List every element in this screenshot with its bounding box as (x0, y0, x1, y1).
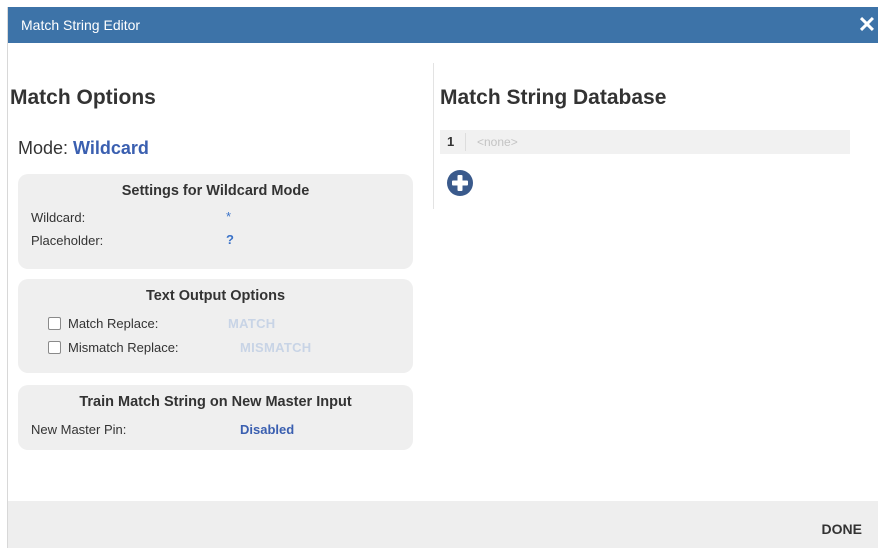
mismatch-replace-checkbox[interactable] (48, 341, 61, 354)
row-index: 1 (447, 134, 455, 149)
panel-title: Train Match String on New Master Input (79, 394, 352, 410)
dialog-title: Match String Editor (21, 17, 141, 33)
match-replace-value[interactable]: MATCH (228, 316, 275, 331)
match-replace-checkbox[interactable] (48, 317, 61, 330)
dialog-titlebar: Match String Editor ✕ (8, 7, 878, 43)
dialog-footer: DONE (8, 501, 878, 548)
panel-title: Text Output Options (145, 288, 286, 304)
train-match-panel: Train Match String on New Master Input N… (18, 385, 413, 450)
table-row[interactable]: 1 <none> (440, 130, 850, 154)
text-output-panel: Text Output Options Match Replace: MATCH… (18, 279, 413, 373)
database-heading: Match String Database (440, 86, 667, 109)
mode-line: Mode: Wildcard (18, 138, 149, 159)
mode-value[interactable]: Wildcard (73, 138, 149, 158)
placeholder-value[interactable]: ? (226, 232, 234, 247)
panel-title: Settings for Wildcard Mode (121, 183, 310, 199)
mode-label: Mode: (18, 138, 69, 158)
divider (465, 133, 466, 151)
done-button[interactable]: DONE (822, 521, 862, 537)
plus-circle-icon[interactable] (446, 169, 474, 197)
mismatch-replace-label: Mismatch Replace: (68, 340, 179, 355)
match-string-database-section: Match String Database 1 <none> (433, 63, 854, 209)
wildcard-value[interactable]: * (226, 209, 231, 224)
new-master-pin-label: New Master Pin: (31, 422, 127, 437)
row-value[interactable]: <none> (477, 135, 518, 149)
placeholder-label: Placeholder: (31, 233, 104, 248)
mismatch-replace-value[interactable]: MISMATCH (240, 340, 311, 355)
new-master-pin-value[interactable]: Disabled (240, 422, 294, 437)
close-icon[interactable]: ✕ (856, 13, 878, 37)
match-options-heading: Match Options (10, 86, 156, 109)
match-replace-label: Match Replace: (68, 316, 159, 331)
wildcard-settings-panel: Settings for Wildcard Mode Wildcard: * P… (18, 174, 413, 269)
wildcard-label: Wildcard: (31, 210, 86, 225)
